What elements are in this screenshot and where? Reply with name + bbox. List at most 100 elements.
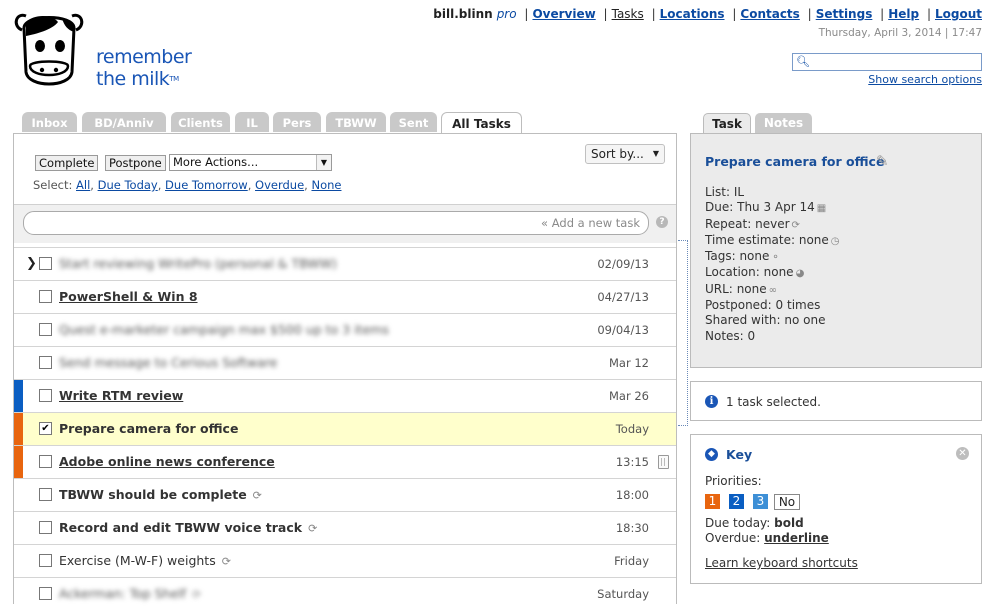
more-actions-select[interactable]: More Actions... ▼ <box>169 154 332 171</box>
priorities-label: Priorities: <box>705 474 762 488</box>
task-name[interactable]: Prepare camera for office <box>59 421 238 436</box>
task-property: Repeat: never ⟳ <box>705 217 840 233</box>
task-due-date: 18:30 <box>615 521 649 535</box>
due-today-value: bold <box>774 516 804 530</box>
task-due-date: 09/04/13 <box>597 323 649 337</box>
sort-by-button[interactable]: Sort by... ▼ <box>585 144 665 164</box>
complete-button[interactable]: Complete <box>35 155 99 171</box>
task-name[interactable]: Record and edit TBWW voice track ⟳ <box>59 520 317 535</box>
property-value[interactable]: never <box>755 217 789 231</box>
nav-settings[interactable]: Settings <box>816 7 873 21</box>
task-checkbox[interactable] <box>39 488 52 501</box>
task-detail-title[interactable]: Prepare camera for office <box>705 154 884 169</box>
pencil-edit-icon[interactable]: ✎ <box>876 152 889 170</box>
task-name[interactable]: Quest e-marketer campaign max $500 up to… <box>59 322 389 337</box>
nav-locations[interactable]: Locations <box>660 7 725 21</box>
property-value[interactable]: none <box>737 282 767 296</box>
property-value[interactable]: no one <box>784 313 825 327</box>
select-none-link[interactable]: None <box>311 178 341 192</box>
select-due-tomorrow-link[interactable]: Due Tomorrow <box>165 178 248 192</box>
tag-icon: ⚬ <box>771 252 780 264</box>
task-row[interactable]: Adobe online news conference 13:15 <box>14 445 676 478</box>
property-label: Repeat: <box>705 216 752 231</box>
property-label: Tags: <box>705 249 736 264</box>
task-row[interactable]: Write RTM review Mar 26 <box>14 379 676 412</box>
add-task-input[interactable]: « Add a new task <box>23 211 649 235</box>
tab-inbox[interactable]: Inbox <box>22 112 77 132</box>
task-row[interactable]: PowerShell & Win 8 04/27/13 <box>14 280 676 313</box>
property-label: Notes: <box>705 328 744 343</box>
more-actions-label: More Actions... <box>173 155 259 169</box>
task-property: Tags: none ⚬ <box>705 249 840 265</box>
nav-tasks[interactable]: Tasks <box>612 7 644 21</box>
property-label: URL: <box>705 281 733 296</box>
tab-all-tasks[interactable]: All Tasks <box>441 112 522 134</box>
top-navigation: bill.blinn pro | Overview | Tasks | Location… <box>433 7 982 21</box>
nav-overview[interactable]: Overview <box>532 7 595 21</box>
tab-bd-anniv[interactable]: BD/Anniv <box>82 112 166 132</box>
task-checkbox[interactable] <box>39 455 52 468</box>
add-task-bar: « Add a new task ? <box>14 204 676 243</box>
task-row[interactable]: Quest e-marketer campaign max $500 up to… <box>14 313 676 346</box>
task-checkbox[interactable] <box>39 323 52 336</box>
task-name[interactable]: Adobe online news conference <box>59 454 275 469</box>
property-value[interactable]: none <box>739 249 769 263</box>
task-row[interactable]: ✔ Prepare camera for office Today <box>14 412 676 445</box>
task-row[interactable]: TBWW should be complete ⟳ 18:00 <box>14 478 676 511</box>
property-value[interactable]: none <box>764 265 794 279</box>
sort-by-label: Sort by... <box>591 147 644 161</box>
help-icon[interactable]: ? <box>656 216 668 228</box>
tab-notes[interactable]: Notes <box>755 113 812 133</box>
repeat-icon: ⟳ <box>308 522 318 535</box>
task-checkbox[interactable] <box>39 257 52 270</box>
task-property: List: IL <box>705 185 840 200</box>
task-row[interactable]: ❯ Start reviewing WritePro (personal & TB… <box>14 247 676 280</box>
task-name[interactable]: Write RTM review <box>59 388 183 403</box>
task-checkbox[interactable] <box>39 521 52 534</box>
close-icon[interactable]: ✕ <box>956 447 969 460</box>
task-checkbox[interactable]: ✔ <box>39 422 52 435</box>
link-icon: ∞ <box>768 284 777 296</box>
postpone-button[interactable]: Postpone <box>105 155 166 171</box>
show-search-options-link[interactable]: Show search options <box>868 73 982 86</box>
task-row[interactable]: Ackerman: Top Shelf ⟳ Saturday <box>14 577 676 610</box>
task-checkbox[interactable] <box>39 389 52 402</box>
property-value[interactable]: 0 times <box>776 298 821 312</box>
task-name[interactable]: Exercise (M-W-F) weights ⟳ <box>59 553 231 568</box>
task-name[interactable]: Send message to Cerious Software <box>59 355 277 370</box>
property-value[interactable]: IL <box>734 185 744 199</box>
key-title: Key <box>726 447 753 462</box>
nav-contacts[interactable]: Contacts <box>740 7 799 21</box>
select-overdue-link[interactable]: Overdue <box>255 178 304 192</box>
select-due-today-link[interactable]: Due Today <box>98 178 158 192</box>
task-checkbox[interactable] <box>39 356 52 369</box>
tab-tbww[interactable]: TBWW <box>326 112 386 132</box>
tab-sent[interactable]: Sent <box>390 112 437 132</box>
rtm-logo[interactable]: remember the milkTM <box>12 6 192 92</box>
tab-pers[interactable]: Pers <box>273 112 321 132</box>
property-value[interactable]: Thu 3 Apr 14 <box>737 200 815 214</box>
task-checkbox[interactable] <box>39 587 52 600</box>
task-name[interactable]: TBWW should be complete ⟳ <box>59 487 262 502</box>
search-box: 🔍︎ <box>792 53 982 71</box>
keyboard-shortcuts-link[interactable]: Learn keyboard shortcuts <box>705 556 858 570</box>
task-row[interactable]: Record and edit TBWW voice track ⟳ 18:30 <box>14 511 676 544</box>
tab-clients[interactable]: Clients <box>171 112 230 132</box>
task-checkbox[interactable] <box>39 554 52 567</box>
task-name[interactable]: Ackerman: Top Shelf ⟳ <box>59 586 201 601</box>
nav-logout[interactable]: Logout <box>935 7 982 21</box>
property-value[interactable]: none <box>799 233 829 247</box>
task-checkbox[interactable] <box>39 290 52 303</box>
tab-task-details[interactable]: Task <box>703 113 751 134</box>
select-all-link[interactable]: All <box>76 178 90 192</box>
property-value[interactable]: 0 <box>748 329 756 343</box>
selection-connector <box>678 240 688 426</box>
tab-il[interactable]: IL <box>235 112 269 132</box>
search-input[interactable] <box>809 54 977 68</box>
trash-icon[interactable] <box>658 455 669 469</box>
task-name[interactable]: Start reviewing WritePro (personal & TBW… <box>59 256 337 271</box>
task-name[interactable]: PowerShell & Win 8 <box>59 289 198 304</box>
nav-help[interactable]: Help <box>888 7 919 21</box>
task-row[interactable]: Send message to Cerious Software Mar 12 <box>14 346 676 379</box>
task-row[interactable]: Exercise (M-W-F) weights ⟳ Friday <box>14 544 676 577</box>
